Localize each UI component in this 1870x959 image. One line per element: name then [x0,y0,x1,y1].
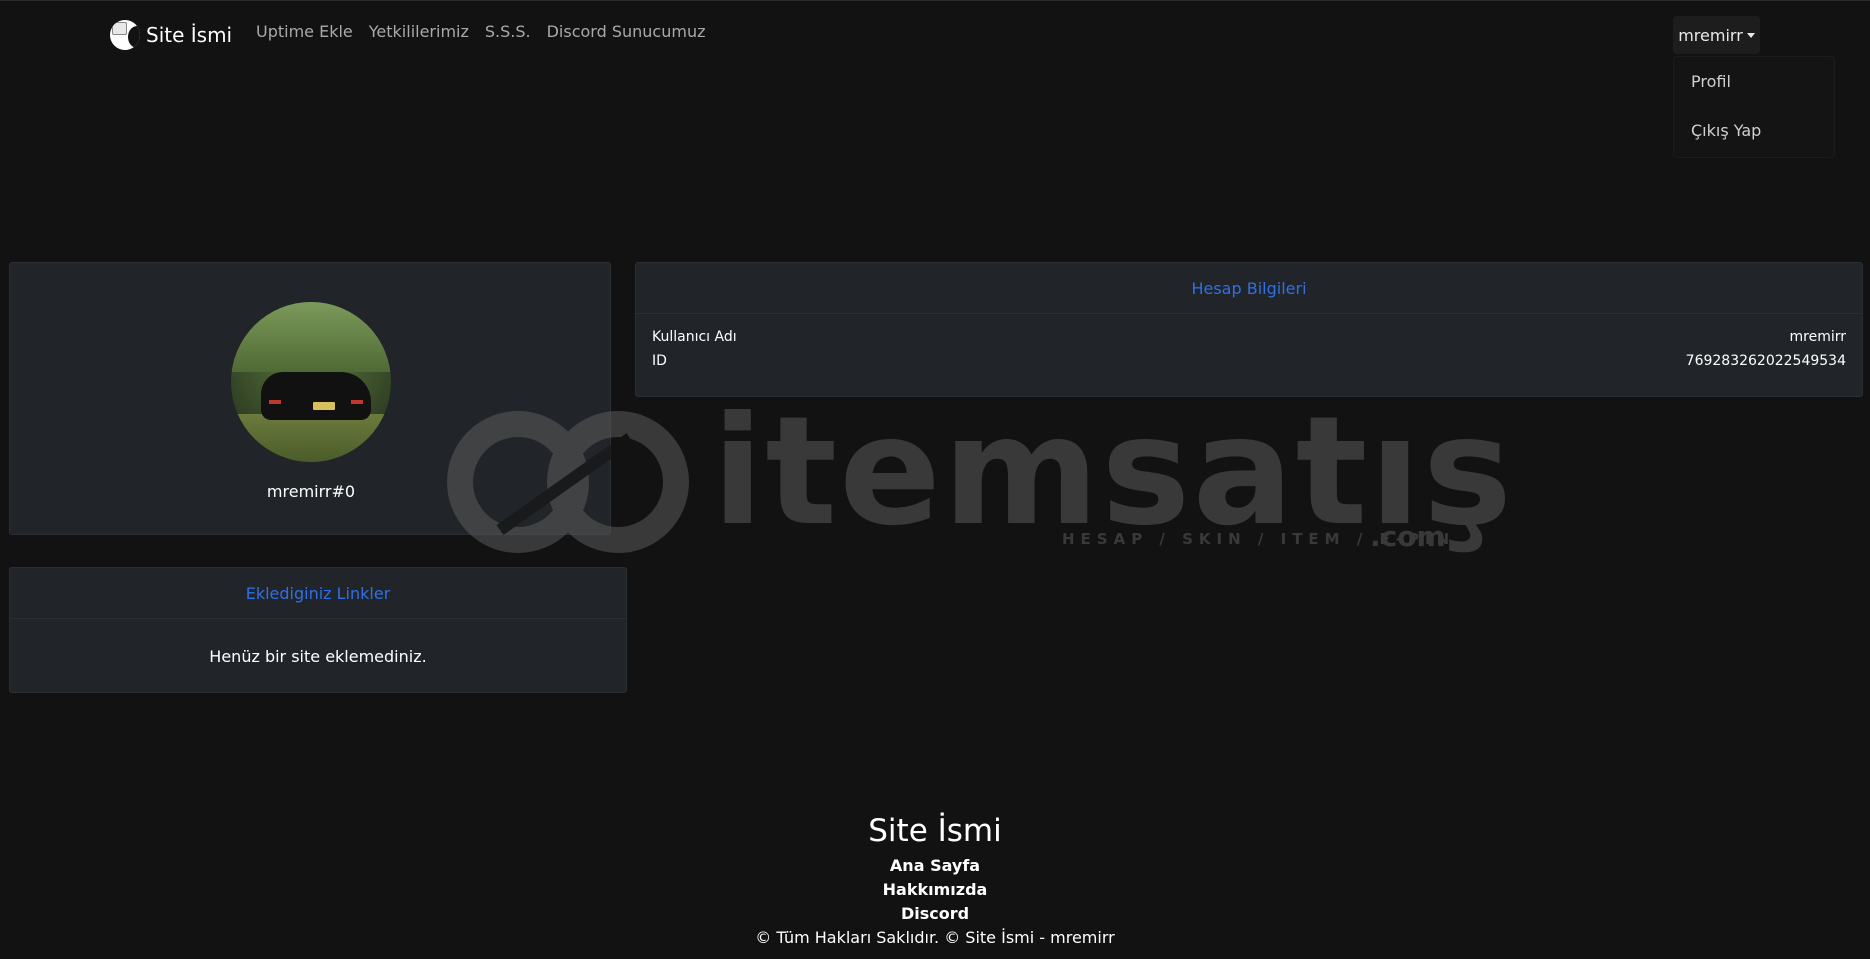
account-info-card: Hesap Bilgileri Kullanıcı Adı mremirr ID… [635,262,1863,397]
dropdown-item-profil[interactable]: Profil [1674,57,1834,106]
links-card-title: Eklediginiz Linkler [10,568,626,619]
profile-card: mremirr#0 [9,262,611,535]
avatar-ground [231,414,391,462]
user-menu-label: mremirr [1678,25,1743,45]
nav-link-discord[interactable]: Discord Sunucumuz [547,22,706,41]
account-info-title: Hesap Bilgileri [636,263,1862,314]
avatar-tail-lamp-left [269,400,281,404]
account-row-value: mremirr [1789,329,1847,345]
caret-down-icon [1746,32,1755,38]
account-row-username: Kullanıcı Adı mremirr [652,326,1846,348]
avatar-background [231,302,391,372]
nav-links: Uptime Ekle Yetkililerimiz S.S.S. Discor… [256,22,721,41]
footer-link-ana-sayfa[interactable]: Ana Sayfa [0,854,1870,878]
footer-copyright: © Tüm Hakları Saklıdır. © Site İsmi - mr… [755,928,1115,947]
navbar: Site İsmi Uptime Ekle Yetkililerimiz S.S… [0,0,1870,158]
profile-username: mremirr#0 [266,482,356,501]
nav-link-yetkililerimiz[interactable]: Yetkililerimiz [369,22,469,41]
brand-name: Site İsmi [146,23,233,47]
account-row-label: ID [652,353,667,369]
links-card: Eklediginiz Linkler Henüz bir site eklem… [9,567,627,693]
footer-link-discord[interactable]: Discord [0,902,1870,926]
avatar-tail-lamp-right [351,400,363,404]
footer-title: Site İsmi [868,813,1002,849]
watermark-brand: itemsatış [712,385,1515,559]
account-row-value: 769283262022549534 [1685,353,1846,369]
footer: Site İsmi Ana Sayfa Hakkımızda Discord ©… [0,808,1870,950]
watermark-tagline: HESAP / SKIN / ITEM / E-PIN [1062,530,1456,548]
account-row-id: ID 769283262022549534 [652,350,1846,372]
avatar-car [261,372,371,420]
dropdown-item-cikis-yap[interactable]: Çıkış Yap [1674,106,1834,155]
watermark-suffix: .com [1370,520,1446,553]
footer-link-hakkimizda[interactable]: Hakkımızda [0,878,1870,902]
links-empty-message: Henüz bir site eklemediniz. [209,646,427,666]
avatar [231,302,391,462]
user-dropdown-menu: Profil Çıkış Yap [1673,56,1835,158]
brand-logo-icon [110,20,140,50]
account-row-label: Kullanıcı Adı [652,329,737,345]
brand-link[interactable]: Site İsmi [110,18,232,52]
user-menu-toggle[interactable]: mremirr [1673,16,1760,54]
nav-link-sss[interactable]: S.S.S. [485,22,531,41]
nav-link-uptime-ekle[interactable]: Uptime Ekle [256,22,353,41]
